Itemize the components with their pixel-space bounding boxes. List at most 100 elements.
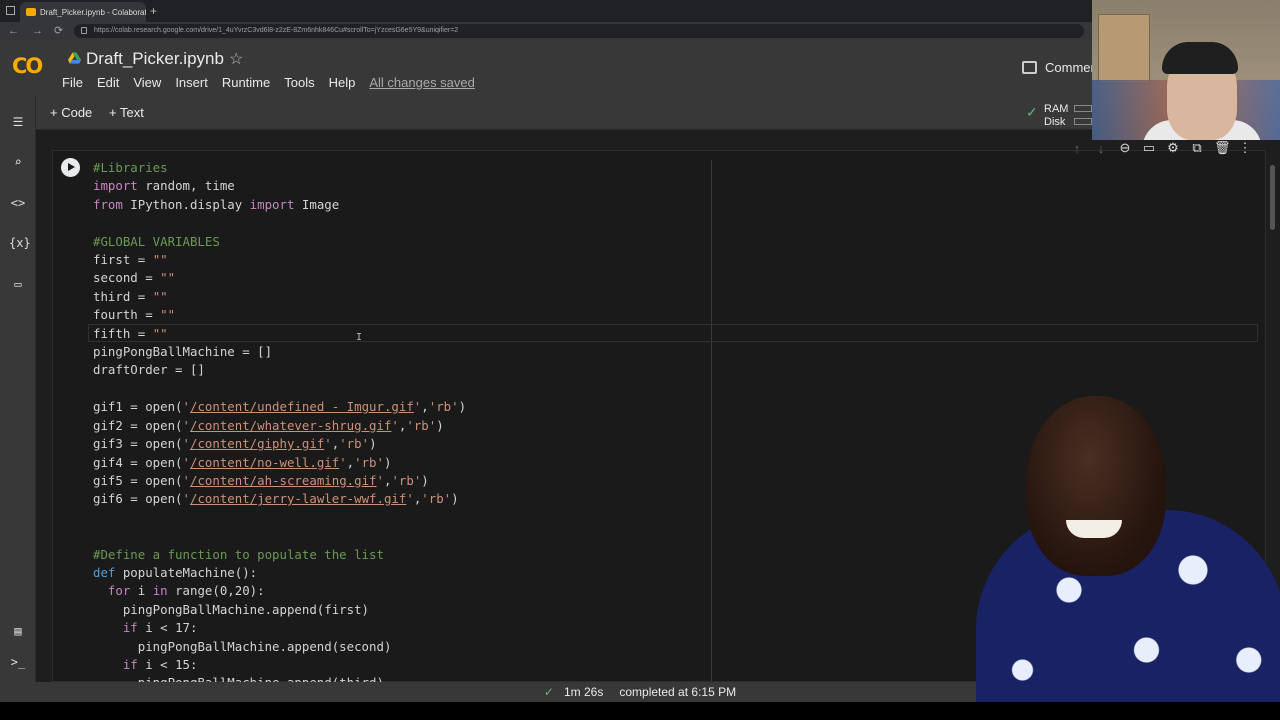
terminal-list-icon[interactable]: ▤ [9, 623, 27, 639]
back-icon[interactable]: ← [8, 24, 19, 38]
move-up-icon[interactable]: ↑ [1070, 141, 1084, 156]
variables-icon[interactable]: {x} [9, 235, 31, 251]
code-keyword: import [93, 178, 138, 194]
code-line: fourth = [93, 307, 161, 323]
code-line: Image [294, 196, 340, 212]
code-comment: #Define a function to populate the list [93, 546, 384, 562]
colab-favicon-icon [26, 8, 36, 16]
code-string: 'rb' [354, 454, 384, 470]
code-line: pingPongBallMachine.append(second) [137, 638, 392, 654]
code-line: third = [93, 288, 153, 304]
code-path: /content/jerry-lawler-wwf.gif [190, 491, 407, 507]
code-path: /content/no-well.gif [190, 454, 340, 470]
code-line: pingPongBallMachine.append(first) [122, 601, 370, 617]
menu-runtime[interactable]: Runtime [222, 75, 270, 90]
code-string: "" [152, 288, 168, 304]
browser-tab[interactable]: Draft_Picker.ipynb - Colaborator × [20, 2, 146, 22]
comment-icon [1022, 61, 1037, 74]
delete-icon[interactable]: 🗑 [1214, 140, 1231, 156]
code-keyword: if [122, 620, 138, 636]
completed-check-icon: ✓ [543, 685, 554, 699]
comment-button[interactable]: Commen [1022, 60, 1098, 75]
colab-header: CO Draft_Picker.ipynb ☆ File Edit View I… [0, 40, 1280, 96]
notebook-toolbar: + Code + Text ✓ RAM Disk [0, 96, 1280, 130]
code-string: "" [152, 252, 168, 268]
tab-title: Draft_Picker.ipynb - Colaborator [40, 7, 146, 17]
menu-file[interactable]: File [62, 75, 83, 90]
add-text-button[interactable]: + Text [109, 105, 144, 120]
settings-icon[interactable]: ⚙ [1166, 140, 1180, 156]
more-options-icon[interactable]: ⋮ [1238, 140, 1252, 156]
browser-toolbar: ← → ⟳ https://colab.research.google.com/… [0, 22, 1280, 40]
code-path: /content/giphy.gif [190, 436, 325, 452]
address-bar[interactable]: https://colab.research.google.com/drive/… [74, 24, 1084, 38]
menu-icon[interactable]: ☰ [9, 114, 27, 130]
webcam-person-cap [1162, 42, 1238, 74]
code-string: 'rb' [339, 436, 370, 452]
text-cursor-icon: I [356, 332, 363, 343]
save-status[interactable]: All changes saved [369, 75, 475, 90]
scrollbar-thumb[interactable] [1270, 165, 1275, 230]
link-icon[interactable]: ⊖ [1118, 140, 1132, 156]
new-tab-button[interactable]: + [150, 4, 157, 18]
cell-toolbar: ↑ ↓ ⊖ ▭ ⚙ ⧉ 🗑 ⋮ [1070, 138, 1260, 158]
search-icon[interactable]: ⌕ [9, 154, 27, 170]
code-line: pingPongBallMachine = [] [93, 344, 273, 360]
menu-insert[interactable]: Insert [175, 75, 208, 90]
move-down-icon[interactable]: ↓ [1094, 141, 1108, 156]
menu-view[interactable]: View [133, 75, 161, 90]
code-keyword: def [93, 564, 116, 580]
code-string: 'rb' [421, 491, 452, 507]
forward-icon[interactable]: → [32, 24, 43, 38]
menu-help[interactable]: Help [329, 75, 356, 90]
add-code-button[interactable]: + Code [50, 105, 92, 120]
code-line: gif3 = open( [93, 436, 183, 452]
code-line: populateMachine(): [115, 564, 258, 580]
code-string: 'rb' [391, 472, 422, 488]
menu-tools[interactable]: Tools [284, 75, 314, 90]
connected-check-icon: ✓ [1026, 104, 1038, 120]
code-keyword: for [107, 583, 131, 599]
run-cell-button[interactable] [61, 158, 80, 177]
code-string: 'rb' [428, 399, 459, 415]
code-line: first = [93, 252, 153, 268]
code-line: gif5 = open( [93, 472, 183, 488]
menu-bar: File Edit View Insert Runtime Tools Help… [62, 75, 489, 90]
code-icon[interactable]: <> [9, 195, 27, 211]
code-keyword: if [122, 656, 138, 672]
google-drive-icon [68, 52, 81, 64]
execution-status: completed at 6:15 PM [619, 685, 737, 699]
code-editor[interactable]: #Libraries import random, time from IPyt… [93, 159, 466, 693]
star-icon[interactable]: ☆ [229, 49, 243, 69]
window-menu-icon[interactable] [6, 6, 15, 15]
execution-duration: 1m 26s [563, 685, 604, 699]
reload-icon[interactable]: ⟳ [54, 24, 63, 38]
terminal-icon[interactable]: >_ [9, 654, 27, 670]
code-string: "" [160, 270, 176, 286]
code-line: second = [93, 270, 161, 286]
code-path: /content/whatever-shrug.gif [190, 417, 392, 433]
code-string: "" [160, 307, 176, 323]
meme-reaction-overlay [966, 390, 1280, 702]
notebook-title[interactable]: Draft_Picker.ipynb [86, 49, 224, 69]
code-line: i < 17: [137, 620, 198, 636]
code-keyword: from [93, 196, 123, 212]
code-line: random, time [137, 178, 235, 194]
letterbox-bar [0, 702, 1280, 720]
code-line: gif2 = open( [93, 417, 183, 433]
code-comment: #GLOBAL VARIABLES [93, 233, 220, 249]
menu-edit[interactable]: Edit [97, 75, 119, 90]
folder-icon[interactable]: ▭ [9, 276, 27, 292]
code-line: IPython.display [122, 196, 250, 212]
code-line: gif6 = open( [93, 491, 183, 507]
colab-logo[interactable]: CO [12, 54, 43, 78]
code-line: i < 15: [137, 656, 198, 672]
webcam-overlay [1092, 0, 1280, 140]
browser-tab-bar: Draft_Picker.ipynb - Colaborator × + [0, 0, 1280, 22]
code-line: range(0,20): [167, 583, 265, 599]
code-string: 'rb' [406, 417, 437, 433]
code-keyword: in [152, 583, 168, 599]
comment-cell-icon[interactable]: ▭ [1142, 140, 1156, 156]
mirror-cell-icon[interactable]: ⧉ [1190, 140, 1204, 156]
code-line: draftOrder = [] [93, 362, 205, 378]
